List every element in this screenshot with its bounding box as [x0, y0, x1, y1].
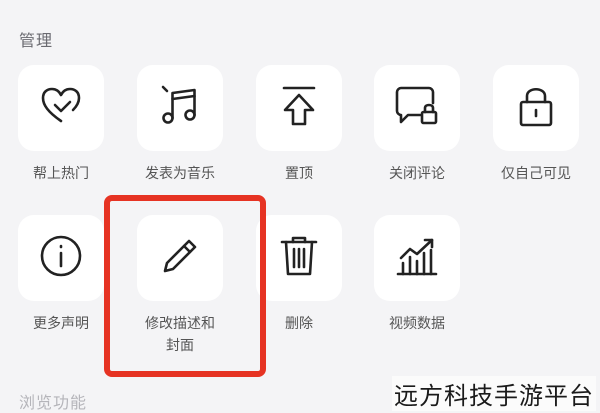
- video-data-button[interactable]: [374, 215, 460, 301]
- pin-top-icon: [276, 83, 322, 133]
- section-title-manage: 管理: [19, 31, 54, 50]
- highlight-box: [104, 195, 266, 377]
- pin-top-label: 置顶: [285, 166, 313, 182]
- private-visibility-button[interactable]: [493, 65, 579, 151]
- hot-boost-button[interactable]: [18, 65, 104, 151]
- section-title-browse: 浏览功能: [19, 393, 88, 412]
- private-visibility-label: 仅自己可见: [501, 166, 571, 182]
- publish-as-music-label: 发表为音乐: [145, 166, 215, 182]
- video-data-label: 视频数据: [389, 316, 445, 332]
- comment-lock-icon: [394, 83, 440, 133]
- lock-icon: [513, 83, 559, 133]
- music-note-icon: [157, 83, 203, 133]
- hot-boost-label: 帮上热门: [33, 166, 89, 182]
- trash-icon: [276, 233, 322, 283]
- heart-arrow-icon: [38, 83, 84, 133]
- pin-top-button[interactable]: [256, 65, 342, 151]
- close-comments-label: 关闭评论: [389, 166, 445, 182]
- bar-chart-icon: [394, 233, 440, 283]
- info-icon: [38, 233, 84, 283]
- close-comments-button[interactable]: [374, 65, 460, 151]
- watermark-text: 远方科技手游平台: [392, 376, 596, 411]
- delete-button[interactable]: [256, 215, 342, 301]
- publish-as-music-button[interactable]: [137, 65, 223, 151]
- more-statement-button[interactable]: [18, 215, 104, 301]
